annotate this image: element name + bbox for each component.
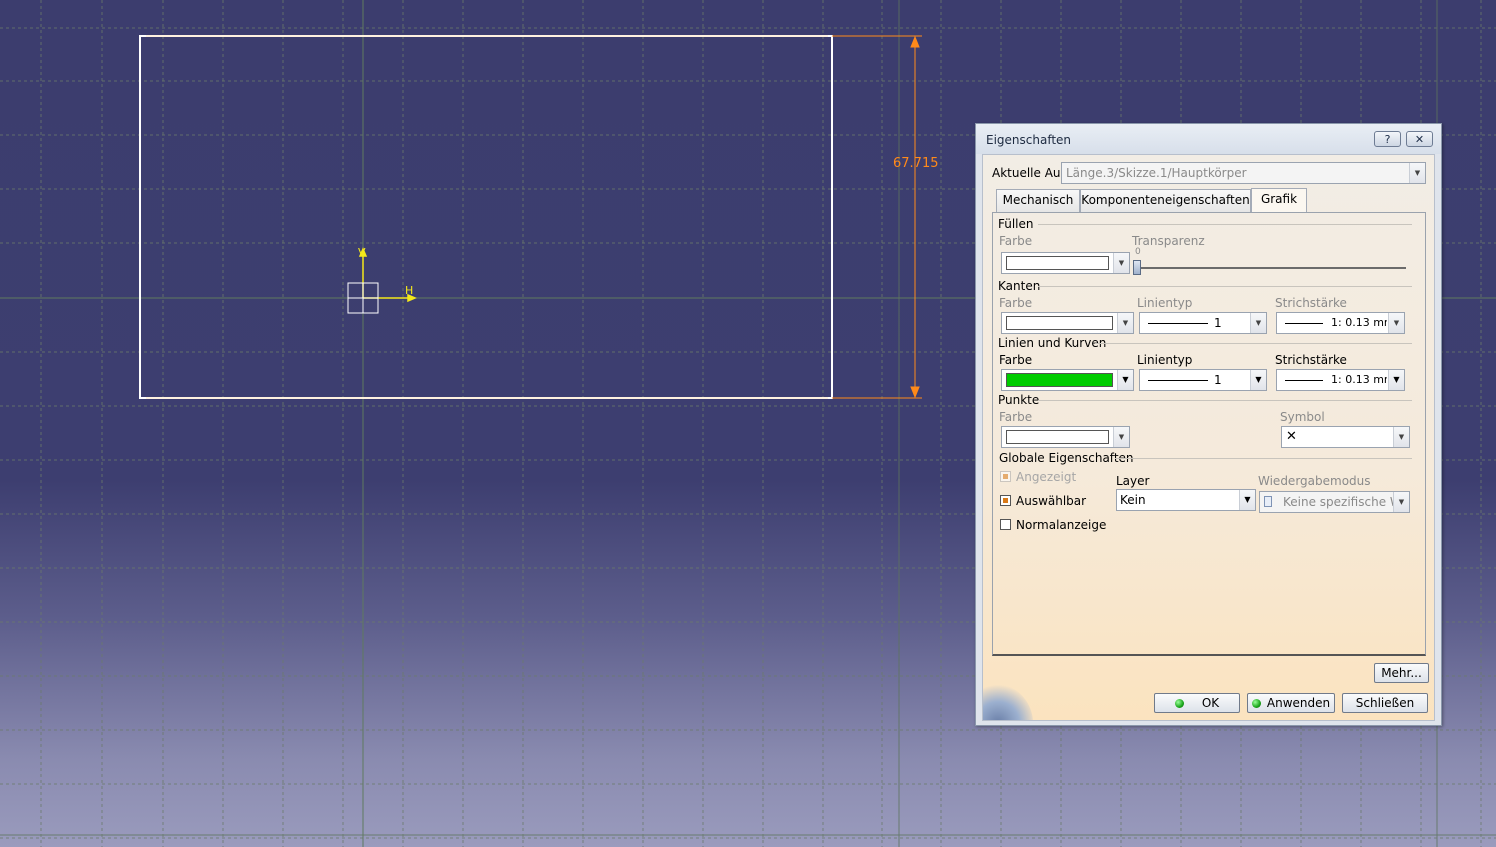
points-section-divider [1038, 400, 1412, 401]
lines-thickness-sample [1285, 380, 1323, 381]
tab-komponenteneigenschaften[interactable]: Komponenteneigenschaften [1080, 189, 1251, 212]
apply-button-label: Anwenden [1266, 696, 1331, 710]
selectable-checkbox[interactable] [1000, 495, 1011, 506]
transparency-slider-thumb[interactable] [1133, 260, 1141, 275]
points-color-combo[interactable]: ▼ [1001, 426, 1130, 448]
lines-thickness-combo[interactable]: 1: 0.13 mm ▼ [1276, 369, 1405, 391]
edges-color-label: Farbe [999, 296, 1033, 310]
edges-color-combo[interactable]: ▼ [1001, 312, 1134, 334]
render-mode-combo[interactable]: Keine spezifische Wiedergabe ▼ [1259, 491, 1410, 513]
render-mode-value: Keine spezifische Wiedergabe [1283, 495, 1393, 509]
dialog-client: Aktuelle Auswahl: Länge.3/Skizze.1/Haupt… [982, 154, 1435, 721]
normal-display-label: Normalanzeige [1016, 518, 1107, 532]
edges-linetype-combo[interactable]: 1 ▼ [1139, 312, 1267, 334]
edges-linetype-value: 1 [1214, 316, 1222, 330]
grafik-tab-panel: Füllen Farbe Transparenz ▼ 0 Kanten Farb… [992, 212, 1426, 656]
render-mode-label: Wiedergabemodus [1258, 474, 1371, 488]
global-section-divider [1115, 458, 1412, 459]
chevron-down-icon[interactable]: ▼ [1388, 370, 1404, 390]
current-selection-value: Länge.3/Skizze.1/Hauptkörper [1066, 166, 1247, 180]
ok-button[interactable]: OK [1154, 693, 1240, 713]
fill-color-combo[interactable]: ▼ [1001, 252, 1130, 274]
vertical-dimension[interactable] [832, 35, 922, 399]
chevron-down-icon[interactable]: ▼ [1113, 427, 1129, 447]
chevron-down-icon[interactable]: ▼ [1117, 313, 1133, 333]
axis-h-label: H [405, 284, 413, 297]
ok-button-label: OK [1201, 696, 1220, 710]
edges-linetype-sample [1148, 323, 1208, 324]
sketch-rectangle[interactable] [139, 35, 833, 399]
lines-section-divider [1095, 343, 1412, 344]
current-selection-combo[interactable]: Länge.3/Skizze.1/Hauptkörper ▼ [1061, 162, 1426, 184]
selectable-label: Auswählbar [1016, 494, 1087, 508]
layer-combo[interactable]: Kein ▼ [1116, 489, 1256, 511]
edges-thickness-label: Strichstärke [1275, 296, 1347, 310]
lines-color-swatch [1006, 373, 1113, 387]
edges-section-divider [1038, 286, 1412, 287]
edges-thickness-value: 1: 0.13 mm [1331, 316, 1387, 329]
normal-display-checkbox[interactable] [1000, 519, 1011, 530]
lines-color-label: Farbe [999, 353, 1033, 367]
points-color-swatch [1006, 430, 1109, 444]
edges-section-title: Kanten [998, 279, 1041, 293]
edges-thickness-combo[interactable]: 1: 0.13 mm ▼ [1276, 312, 1405, 334]
edges-linetype-label: Linientyp [1137, 296, 1193, 310]
cross-symbol-icon: ✕ [1286, 429, 1297, 444]
transparency-label: Transparenz [1132, 234, 1205, 248]
apply-icon [1251, 699, 1261, 708]
lines-section-title: Linien und Kurven [998, 336, 1107, 350]
layer-value: Kein [1120, 493, 1146, 507]
dialog-titlebar[interactable]: Eigenschaften ? ✕ [976, 124, 1441, 154]
chevron-down-icon[interactable]: ▼ [1393, 427, 1409, 447]
more-button[interactable]: Mehr... [1374, 663, 1429, 683]
chevron-down-icon[interactable]: ▼ [1409, 163, 1425, 183]
lines-linetype-label: Linientyp [1137, 353, 1193, 367]
shown-checkbox[interactable] [1000, 471, 1011, 482]
tab-grafik[interactable]: Grafik [1251, 188, 1307, 213]
close-text-button[interactable]: Schließen [1342, 693, 1428, 713]
points-section-title: Punkte [998, 393, 1040, 407]
properties-dialog: Eigenschaften ? ✕ Aktuelle Auswahl: Läng… [975, 123, 1442, 726]
chevron-down-icon[interactable]: ▼ [1388, 313, 1404, 333]
chevron-down-icon[interactable]: ▼ [1117, 370, 1133, 390]
axis-v-label: V [358, 246, 366, 259]
fill-section-title: Füllen [998, 217, 1034, 231]
fill-color-label: Farbe [999, 234, 1033, 248]
edges-color-swatch [1006, 316, 1113, 330]
chevron-down-icon[interactable]: ▼ [1250, 370, 1266, 390]
transparency-value: 0 [1135, 247, 1141, 257]
edges-thickness-sample [1285, 323, 1323, 324]
chevron-down-icon[interactable]: ▼ [1250, 313, 1266, 333]
fill-section-divider [1038, 224, 1412, 225]
lines-linetype-sample [1148, 380, 1208, 381]
render-mode-icon [1264, 496, 1272, 507]
origin-marker[interactable] [347, 282, 379, 314]
points-symbol-label: Symbol [1280, 410, 1325, 424]
help-button[interactable]: ? [1374, 131, 1401, 147]
chevron-down-icon[interactable]: ▼ [1239, 490, 1255, 510]
dialog-title: Eigenschaften [986, 133, 1072, 147]
dimension-value[interactable]: 67.715 [893, 156, 939, 171]
chevron-down-icon[interactable]: ▼ [1113, 253, 1129, 273]
close-button[interactable]: ✕ [1406, 131, 1433, 147]
lines-color-combo[interactable]: ▼ [1001, 369, 1134, 391]
lines-linetype-value: 1 [1214, 373, 1222, 387]
chevron-down-icon[interactable]: ▼ [1393, 492, 1409, 512]
lines-linetype-combo[interactable]: 1 ▼ [1139, 369, 1267, 391]
tab-mechanisch[interactable]: Mechanisch [996, 189, 1080, 212]
ok-icon [1174, 699, 1184, 708]
transparency-slider-track[interactable] [1138, 267, 1406, 269]
points-symbol-combo[interactable]: ✕ ▼ [1281, 426, 1410, 448]
lines-thickness-value: 1: 0.13 mm [1331, 373, 1387, 386]
globe-logo-icon [983, 683, 1033, 720]
layer-label: Layer [1116, 474, 1150, 488]
global-section-title: Globale Eigenschaften [999, 451, 1134, 465]
apply-button[interactable]: Anwenden [1247, 693, 1335, 713]
lines-thickness-label: Strichstärke [1275, 353, 1347, 367]
points-color-label: Farbe [999, 410, 1033, 424]
shown-label: Angezeigt [1016, 470, 1077, 484]
fill-color-swatch [1006, 256, 1109, 270]
